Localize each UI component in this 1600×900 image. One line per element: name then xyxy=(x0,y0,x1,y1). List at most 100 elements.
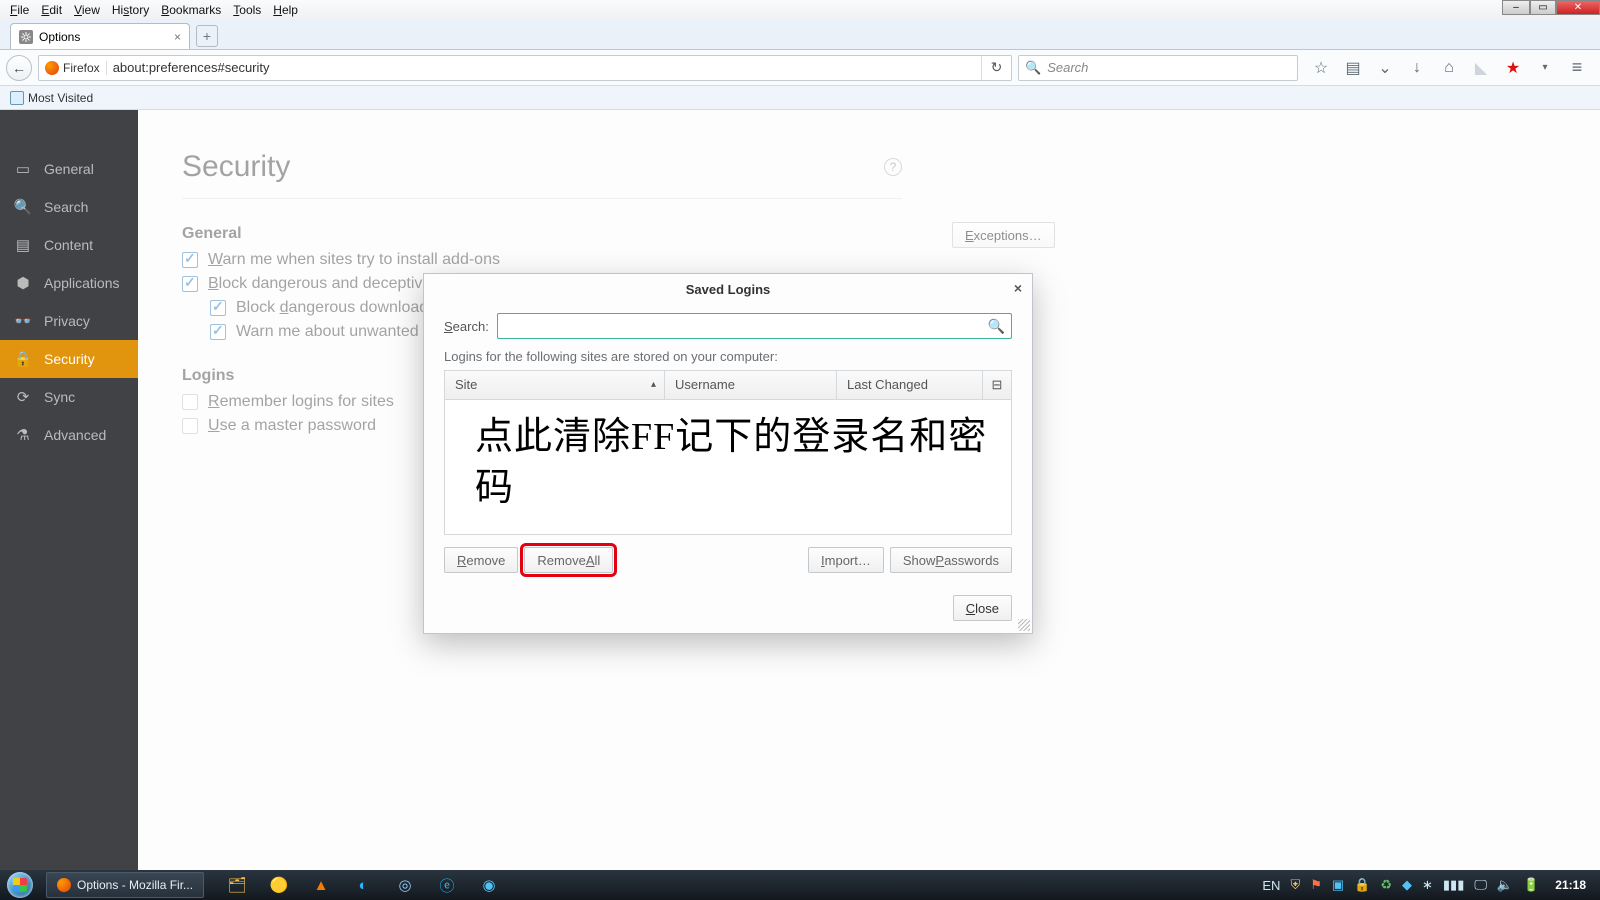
tray-wifi-icon[interactable]: ▮▮▮ xyxy=(1443,877,1464,893)
logins-table-body: 点此清除FF记下的登录名和密码 xyxy=(445,400,1011,534)
firefox-icon xyxy=(57,878,71,892)
identity-label: Firefox xyxy=(63,61,100,75)
sidebar-item-security[interactable]: 🔒Security xyxy=(0,340,138,378)
window-close-button[interactable]: ✕ xyxy=(1556,0,1600,15)
ql-chrome-icon[interactable]: 🟡 xyxy=(270,876,288,894)
search-icon: 🔍 xyxy=(14,198,32,216)
logins-table: Site▴ Username Last Changed ⊟ 点此清除FF记下的登… xyxy=(444,370,1012,535)
windows-taskbar: Options - Mozilla Fir... 🗂 🟡 ▲ ◐ ◎ ⓔ ◉ E… xyxy=(0,870,1600,900)
menu-help[interactable]: Help xyxy=(267,1,304,19)
window-minimize-button[interactable]: – xyxy=(1502,0,1530,15)
start-button[interactable] xyxy=(0,870,40,900)
sidebar-item-applications[interactable]: ⬢Applications xyxy=(0,264,138,302)
preferences-sidebar: ▭General 🔍Search ▤Content ⬢Applications … xyxy=(0,110,138,870)
tray-cube-icon[interactable]: ▣ xyxy=(1332,877,1344,893)
tabbar: Options × + xyxy=(0,20,1600,50)
firefox-icon xyxy=(45,61,59,75)
col-last-changed[interactable]: Last Changed xyxy=(837,371,983,399)
tray-lock-icon[interactable]: 🔒 xyxy=(1354,877,1370,893)
sidebar-item-search[interactable]: 🔍Search xyxy=(0,188,138,226)
menu-edit[interactable]: Edit xyxy=(35,1,68,19)
url-bar[interactable]: Firefox about:preferences#security ↻ xyxy=(38,55,1012,81)
checkbox-master-password[interactable] xyxy=(182,418,198,434)
dialog-search-label: Search: xyxy=(444,319,489,334)
dialog-title: Saved Logins × xyxy=(424,274,1032,305)
dialog-search-input[interactable]: 🔍 xyxy=(497,313,1012,339)
ql-icon-1[interactable]: 🗂 xyxy=(228,876,246,894)
privacy-icon: 👓 xyxy=(14,312,32,330)
tray-battery-icon[interactable]: 🔋 xyxy=(1523,877,1539,893)
ql-ie-icon[interactable]: ⓔ xyxy=(438,876,456,894)
sidebar-item-advanced[interactable]: ⚗Advanced xyxy=(0,416,138,454)
menu-history[interactable]: History xyxy=(106,1,155,19)
ql-icon-5[interactable]: ◎ xyxy=(396,876,414,894)
remove-button[interactable]: Remove xyxy=(444,547,518,573)
help-icon[interactable]: ? xyxy=(884,158,902,176)
tray-bluetooth-icon[interactable]: ∗ xyxy=(1422,877,1433,893)
menu-tools[interactable]: Tools xyxy=(227,1,267,19)
reload-button[interactable]: ↻ xyxy=(981,56,1011,80)
tray-sync-icon[interactable]: ♻ xyxy=(1380,877,1392,893)
tab-options[interactable]: Options × xyxy=(10,23,190,49)
tray-lang[interactable]: EN xyxy=(1262,878,1280,893)
sync-icon: ⟳ xyxy=(14,388,32,406)
ql-icon-7[interactable]: ◉ xyxy=(480,876,498,894)
identity-box[interactable]: Firefox xyxy=(39,61,107,75)
window-maximize-button[interactable]: ▭ xyxy=(1530,0,1556,15)
applications-icon: ⬢ xyxy=(14,274,32,292)
sidebar-item-general[interactable]: ▭General xyxy=(0,150,138,188)
menubar: FFileile Edit View History Bookmarks Too… xyxy=(0,0,1600,20)
menu-file[interactable]: FFileile xyxy=(4,1,35,19)
search-placeholder: Search xyxy=(1047,60,1088,75)
close-button[interactable]: Close xyxy=(953,595,1012,621)
checkbox-warn-unwanted[interactable] xyxy=(210,324,226,340)
reading-list-icon[interactable]: ▤ xyxy=(1344,58,1362,78)
tray-shield-icon[interactable]: ⛨ xyxy=(1290,877,1300,893)
remove-all-button[interactable]: Remove All xyxy=(524,547,613,573)
content-icon: ▤ xyxy=(14,236,32,254)
checkbox-block-downloads[interactable] xyxy=(210,300,226,316)
dropdown-icon[interactable]: ▾ xyxy=(1536,62,1554,73)
tab-close-icon[interactable]: × xyxy=(174,30,181,44)
system-tray: EN ⛨ ⚑ ▣ 🔒 ♻ ◆ ∗ ▮▮▮ 🖵 🔈 🔋 21:18 xyxy=(1262,877,1600,893)
tray-app-icon[interactable]: ◆ xyxy=(1402,877,1412,893)
col-username[interactable]: Username xyxy=(665,371,837,399)
new-tab-button[interactable]: + xyxy=(196,25,218,47)
sidebar-item-content[interactable]: ▤Content xyxy=(0,226,138,264)
downloads-icon[interactable]: ↓ xyxy=(1408,59,1426,77)
back-button[interactable]: ← xyxy=(6,55,32,81)
tray-volume-icon[interactable]: 🔈 xyxy=(1497,877,1513,893)
send-icon[interactable]: ◣ xyxy=(1472,58,1490,78)
home-icon[interactable]: ⌂ xyxy=(1440,59,1458,77)
navigation-toolbar: ← Firefox about:preferences#security ↻ 🔍… xyxy=(0,50,1600,86)
url-text: about:preferences#security xyxy=(107,60,276,75)
dialog-close-icon[interactable]: × xyxy=(1014,280,1022,296)
search-bar[interactable]: 🔍 Search xyxy=(1018,55,1298,81)
tray-monitor-icon[interactable]: 🖵 xyxy=(1474,877,1487,893)
tray-flag-icon[interactable]: ⚑ xyxy=(1310,877,1322,893)
col-toggle-icon[interactable]: ⊟ xyxy=(983,371,1011,399)
checkbox-block-dangerous[interactable] xyxy=(182,276,198,292)
pocket-icon[interactable]: ⌄ xyxy=(1376,58,1394,78)
checkbox-warn-addons[interactable] xyxy=(182,252,198,268)
show-passwords-button[interactable]: Show Passwords xyxy=(890,547,1012,573)
exceptions-button[interactable]: Exceptions… xyxy=(952,222,1055,248)
ql-icon-4[interactable]: ◐ xyxy=(354,876,372,894)
menu-bookmarks[interactable]: Bookmarks xyxy=(155,1,227,19)
app-menu-button[interactable]: ≡ xyxy=(1568,57,1586,78)
sidebar-item-privacy[interactable]: 👓Privacy xyxy=(0,302,138,340)
taskbar-firefox[interactable]: Options - Mozilla Fir... xyxy=(46,872,204,898)
label-warn-addons: Warn me when sites try to install add-on… xyxy=(208,251,500,269)
import-button[interactable]: Import… xyxy=(808,547,884,573)
label-master-password: Use a master password xyxy=(208,417,376,435)
bookmark-star-red-icon[interactable]: ★ xyxy=(1504,58,1522,78)
resize-grip-icon[interactable] xyxy=(1018,619,1030,631)
col-site[interactable]: Site▴ xyxy=(445,371,665,399)
sidebar-item-sync[interactable]: ⟳Sync xyxy=(0,378,138,416)
ql-icon-3[interactable]: ▲ xyxy=(312,876,330,894)
tray-clock[interactable]: 21:18 xyxy=(1549,878,1592,892)
checkbox-remember-logins[interactable] xyxy=(182,394,198,410)
bookmark-most-visited[interactable]: Most Visited xyxy=(10,91,93,105)
bookmark-star-icon[interactable]: ☆ xyxy=(1312,58,1330,78)
menu-view[interactable]: View xyxy=(68,1,106,19)
